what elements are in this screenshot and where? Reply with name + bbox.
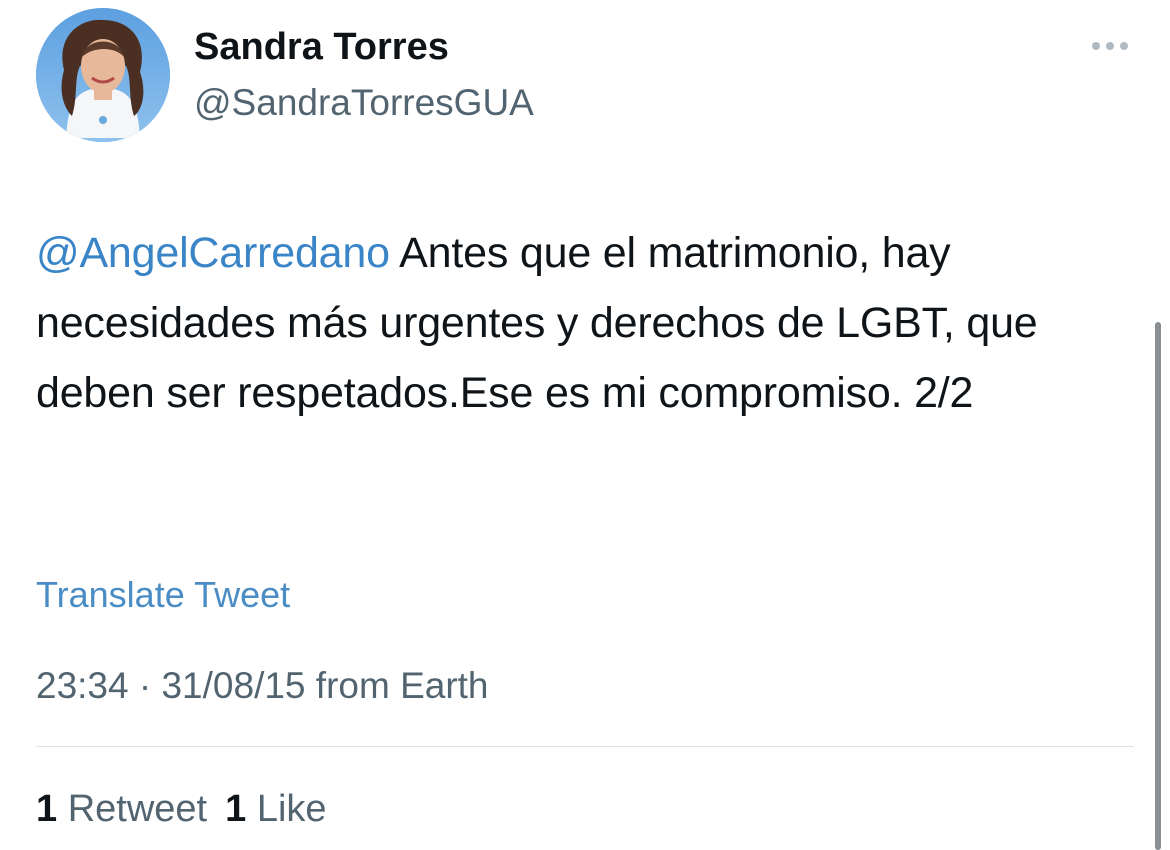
more-options-icon[interactable] (1080, 28, 1140, 64)
translate-tweet-link[interactable]: Translate Tweet (36, 572, 290, 618)
engagement-stats: 1 Retweet 1 Like (36, 786, 345, 832)
tweet-date[interactable]: 31/08/15 (161, 665, 305, 706)
mention-link[interactable]: @AngelCarredano (36, 229, 390, 277)
retweets-stat[interactable]: 1 Retweet (36, 788, 207, 830)
tweet-source: from Earth (315, 665, 489, 706)
retweets-count: 1 (36, 788, 58, 830)
scrollbar[interactable] (1155, 322, 1161, 850)
author-display-name[interactable]: Sandra Torres (194, 24, 449, 70)
retweets-label: Retweet (67, 788, 208, 830)
divider (36, 746, 1134, 747)
dot-icon (1106, 42, 1114, 50)
likes-stat[interactable]: 1 Like (225, 788, 326, 830)
tweet-time[interactable]: 23:34 (36, 665, 129, 706)
likes-count: 1 (225, 788, 247, 830)
avatar-image (36, 8, 170, 142)
tweet-metadata: 23:34 · 31/08/15 from Earth (36, 662, 489, 710)
avatar[interactable] (36, 8, 170, 142)
dot-icon (1120, 42, 1128, 50)
dot-icon (1092, 42, 1100, 50)
tweet-text: @AngelCarredano Antes que el matrimonio,… (36, 218, 1136, 428)
likes-label: Like (256, 788, 327, 830)
meta-separator: · (138, 665, 152, 706)
author-handle[interactable]: @SandraTorresGUA (194, 80, 534, 126)
